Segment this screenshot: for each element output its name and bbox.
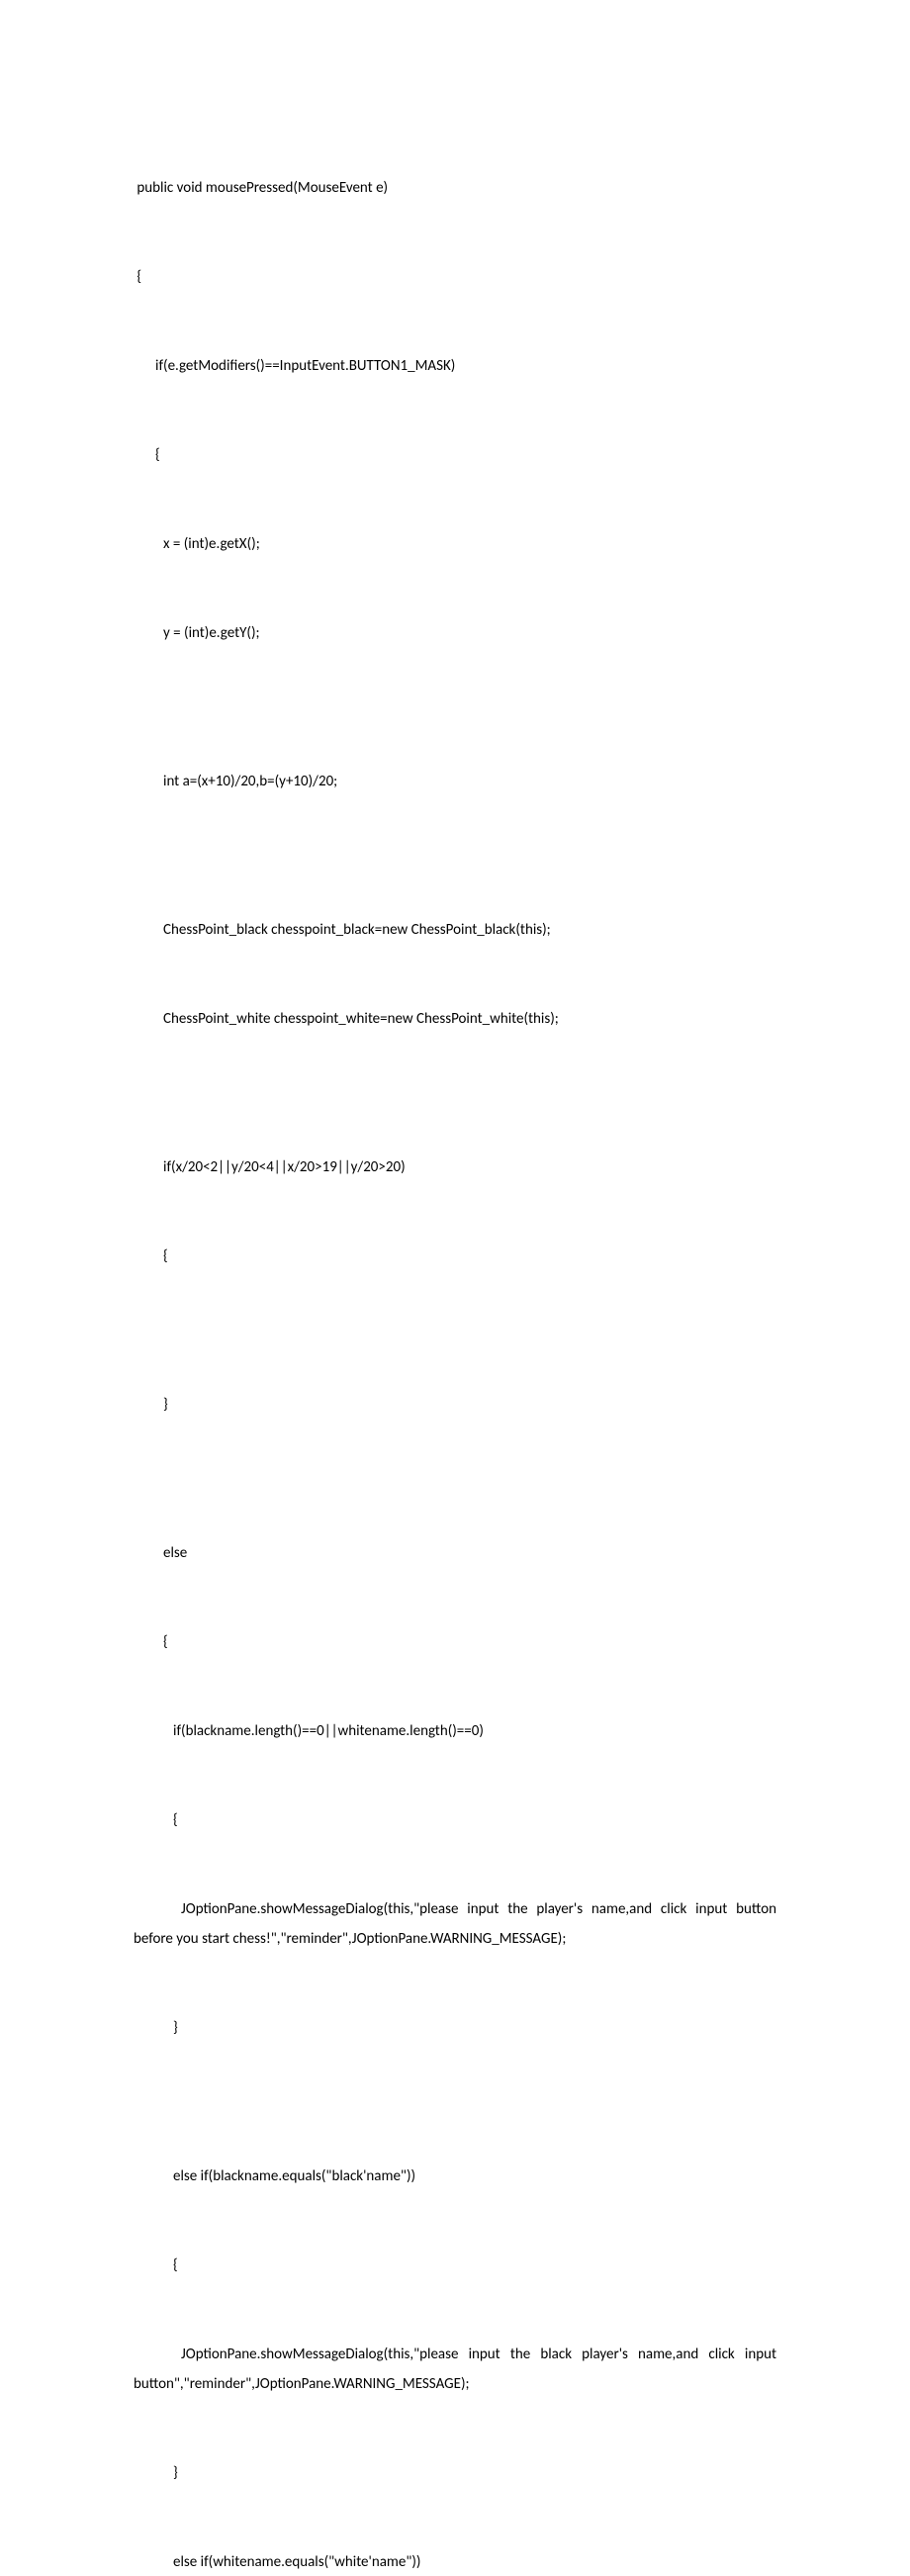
code-line: if(blackname.length()==0||whitename.leng… (134, 1716, 776, 1746)
code-line: y = (int)e.getY(); (134, 618, 776, 648)
code-line: else (134, 1538, 776, 1568)
code-line: { (134, 1627, 776, 1657)
code-text: JOptionPane.showMessageDialog(this,"plea… (134, 2346, 779, 2393)
code-line: { (134, 1805, 776, 1835)
code-line: ChessPoint_black chesspoint_black=new Ch… (134, 915, 776, 945)
code-line: } (134, 2013, 776, 2043)
code-text: JOptionPane.showMessageDialog(this,"plea… (134, 1900, 779, 1948)
code-line: int a=(x+10)/20,b=(y+10)/20; (134, 767, 776, 796)
code-line: JOptionPane.showMessageDialog(this,"plea… (134, 2340, 776, 2399)
code-line: else if(blackname.equals("black'name")) (134, 2162, 776, 2191)
code-line: x = (int)e.getX(); (134, 529, 776, 559)
code-line: } (134, 1390, 776, 1420)
code-line: public void mousePressed(MouseEvent e) (134, 173, 776, 203)
document-page: public void mousePressed(MouseEvent e) {… (0, 0, 910, 2576)
code-line: JOptionPane.showMessageDialog(this,"plea… (134, 1894, 776, 1954)
code-line: { (134, 440, 776, 470)
code-line: { (134, 2251, 776, 2280)
code-line: { (134, 262, 776, 292)
code-line: else if(whitename.equals("white'name")) (134, 2547, 776, 2576)
code-block: public void mousePressed(MouseEvent e) {… (134, 114, 776, 2576)
code-line: if(e.getModifiers()==InputEvent.BUTTON1_… (134, 351, 776, 381)
code-line: } (134, 2458, 776, 2488)
code-line: if(x/20<2||y/20<4||x/20>19||y/20>20) (134, 1152, 776, 1182)
code-line: { (134, 1242, 776, 1271)
code-line: ChessPoint_white chesspoint_white=new Ch… (134, 1004, 776, 1034)
